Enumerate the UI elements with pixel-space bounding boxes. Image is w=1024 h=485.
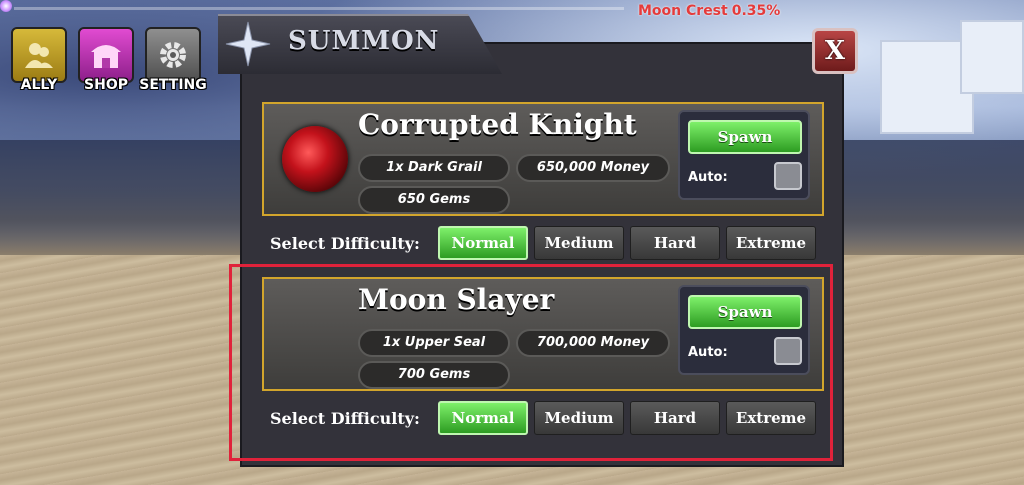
summon-header: SUMMON [218, 14, 502, 74]
boss-name: Corrupted Knight [358, 108, 637, 141]
auto-label: Auto: [688, 170, 728, 185]
difficulty-label: Select Difficulty: [270, 234, 420, 253]
auto-checkbox[interactable] [774, 162, 802, 190]
top-progress-bar [0, 0, 640, 14]
difficulty-normal-button[interactable]: Normal [438, 226, 528, 260]
difficulty-hard-button[interactable]: Hard [630, 226, 720, 260]
close-button[interactable]: X [812, 28, 858, 74]
ally-label: ALLY [20, 77, 58, 93]
setting-label: SETTING [139, 77, 207, 93]
ally-button[interactable]: ALLY [9, 27, 69, 93]
glow-dot-icon [0, 0, 12, 12]
money-cost: 650,000 Money [516, 154, 670, 182]
difficulty-row: Select Difficulty: Normal Medium Hard Ex… [264, 226, 824, 262]
difficulty-medium-button[interactable]: Medium [534, 226, 624, 260]
requirement-item: 1x Dark Grail [358, 154, 510, 182]
gear-icon [160, 42, 186, 68]
shop-label: SHOP [84, 77, 128, 93]
scenery-block [960, 20, 1024, 94]
shop-button[interactable]: SHOP [76, 27, 136, 93]
gems-cost: 650 Gems [358, 186, 510, 214]
dark-orb-icon [282, 126, 348, 192]
moon-crest-label: Moon Crest [638, 3, 728, 19]
ally-icon [25, 43, 53, 68]
moon-crest-value: 0.35% [731, 3, 781, 19]
difficulty-extreme-button[interactable]: Extreme [726, 226, 816, 260]
selection-highlight [229, 264, 833, 461]
star-emblem-icon [225, 21, 271, 67]
spawn-panel: Spawn Auto: [678, 110, 810, 200]
summon-title: SUMMON [288, 26, 440, 56]
moon-crest-readout: Moon Crest 0.35% [638, 3, 784, 19]
shop-icon [91, 45, 121, 68]
boss-card-corrupted-knight: Corrupted Knight 1x Dark Grail 650,000 M… [262, 102, 824, 216]
close-icon: X [824, 36, 846, 66]
spawn-button[interactable]: Spawn [688, 120, 802, 154]
setting-button[interactable]: SETTING [139, 27, 207, 93]
